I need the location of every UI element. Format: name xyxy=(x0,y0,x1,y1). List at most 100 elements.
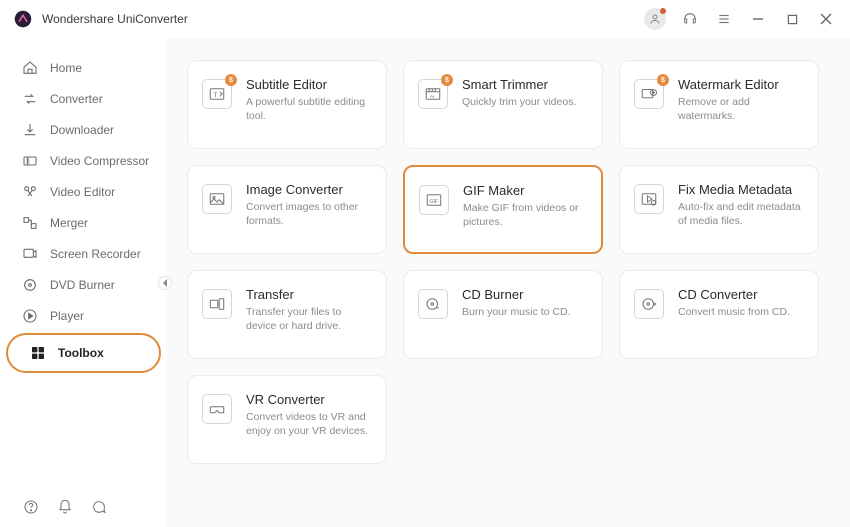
account-icon[interactable] xyxy=(644,8,666,30)
home-icon xyxy=(22,60,38,76)
maximize-button[interactable] xyxy=(782,9,802,29)
menu-icon[interactable] xyxy=(714,9,734,29)
tool-card-desc: Convert images to other formats. xyxy=(246,200,372,228)
tool-card-cd-converter[interactable]: CD Converter Convert music from CD. xyxy=(619,270,819,359)
gif-maker-icon: GIF xyxy=(419,185,449,215)
sidebar-item-dvd-burner[interactable]: DVD Burner xyxy=(0,269,167,300)
tool-card-body: Fix Media Metadata Auto-fix and edit meta… xyxy=(678,182,804,228)
svg-text:T: T xyxy=(213,92,217,99)
notifications-icon[interactable] xyxy=(56,498,74,516)
merger-icon xyxy=(22,215,38,231)
downloader-icon xyxy=(22,122,38,138)
tool-card-fix-media-metadata[interactable]: Fix Media Metadata Auto-fix and edit meta… xyxy=(619,165,819,254)
window-controls xyxy=(644,8,836,30)
tool-card-image-converter[interactable]: Image Converter Convert images to other f… xyxy=(187,165,387,254)
tool-card-title: VR Converter xyxy=(246,392,372,407)
sidebar-footer xyxy=(0,487,167,527)
sidebar-item-label: Video Editor xyxy=(50,185,115,199)
tool-card-transfer[interactable]: Transfer Transfer your files to device or… xyxy=(187,270,387,359)
sidebar-item-label: DVD Burner xyxy=(50,278,115,292)
sidebar-item-video-compressor[interactable]: Video Compressor xyxy=(0,145,167,176)
svg-text:GIF: GIF xyxy=(430,199,439,205)
tool-card-body: Subtitle Editor A powerful subtitle editi… xyxy=(246,77,372,123)
sidebar-item-label: Downloader xyxy=(50,123,114,137)
sidebar-item-label: Screen Recorder xyxy=(50,247,141,261)
tool-card-vr-converter[interactable]: VR Converter Convert videos to VR and enj… xyxy=(187,375,387,464)
tool-card-title: Transfer xyxy=(246,287,372,302)
tool-card-title: Fix Media Metadata xyxy=(678,182,804,197)
tool-card-desc: Remove or add watermarks. xyxy=(678,95,804,123)
sidebar-collapse-button[interactable] xyxy=(158,276,172,290)
app-title: Wondershare UniConverter xyxy=(42,12,644,26)
tool-card-desc: A powerful subtitle editing tool. xyxy=(246,95,372,123)
tool-card-body: Smart Trimmer Quickly trim your videos. xyxy=(462,77,576,109)
close-button[interactable] xyxy=(816,9,836,29)
player-icon xyxy=(22,308,38,324)
subtitle-icon: T$ xyxy=(202,79,232,109)
tool-card-desc: Quickly trim your videos. xyxy=(462,95,576,109)
tool-card-body: VR Converter Convert videos to VR and enj… xyxy=(246,392,372,438)
sidebar-item-converter[interactable]: Converter xyxy=(0,83,167,114)
vr-icon xyxy=(202,394,232,424)
dvd-icon xyxy=(22,277,38,293)
svg-text:AI: AI xyxy=(430,94,434,99)
screen-recorder-icon xyxy=(22,246,38,262)
tool-card-body: Transfer Transfer your files to device or… xyxy=(246,287,372,333)
tool-card-body: CD Converter Convert music from CD. xyxy=(678,287,790,319)
tool-card-desc: Make GIF from videos or pictures. xyxy=(463,201,587,229)
tool-card-cd-burner[interactable]: CD Burner Burn your music to CD. xyxy=(403,270,603,359)
sidebar-item-label: Converter xyxy=(50,92,103,106)
minimize-button[interactable] xyxy=(748,9,768,29)
notification-dot xyxy=(660,8,666,14)
sidebar-item-screen-recorder[interactable]: Screen Recorder xyxy=(0,238,167,269)
sidebar-item-toolbox[interactable]: Toolbox xyxy=(6,333,161,373)
tool-card-title: Smart Trimmer xyxy=(462,77,576,92)
tool-card-body: Watermark Editor Remove or add watermarks… xyxy=(678,77,804,123)
sidebar-item-label: Player xyxy=(50,309,84,323)
tool-card-title: Subtitle Editor xyxy=(246,77,372,92)
tool-card-desc: Transfer your files to device or hard dr… xyxy=(246,305,372,333)
smart-trimmer-icon: AI$ xyxy=(418,79,448,109)
tool-card-title: CD Burner xyxy=(462,287,571,302)
sidebar-item-home[interactable]: Home xyxy=(0,52,167,83)
tool-card-desc: Convert music from CD. xyxy=(678,305,790,319)
toolbox-icon xyxy=(30,345,46,361)
premium-badge: $ xyxy=(225,74,237,86)
transfer-icon xyxy=(202,289,232,319)
tool-card-smart-trimmer[interactable]: AI$Smart TrimmerQuickly trim your videos… xyxy=(403,60,603,149)
support-icon[interactable] xyxy=(680,9,700,29)
tool-card-title: CD Converter xyxy=(678,287,790,302)
tool-card-body: GIF Maker Make GIF from videos or picture… xyxy=(463,183,587,229)
premium-badge: $ xyxy=(441,74,453,86)
tool-card-desc: Auto-fix and edit metadata of media file… xyxy=(678,200,804,228)
sidebar-item-video-editor[interactable]: Video Editor xyxy=(0,176,167,207)
help-icon[interactable] xyxy=(22,498,40,516)
sidebar-item-label: Merger xyxy=(50,216,88,230)
tool-card-title: GIF Maker xyxy=(463,183,587,198)
sidebar-item-merger[interactable]: Merger xyxy=(0,207,167,238)
sidebar-item-player[interactable]: Player xyxy=(0,300,167,331)
tool-card-body: Image Converter Convert images to other f… xyxy=(246,182,372,228)
app-logo xyxy=(14,10,32,28)
tool-card-title: Watermark Editor xyxy=(678,77,804,92)
toolbox-panel: T$Subtitle EditorA powerful subtitle edi… xyxy=(167,38,850,527)
sidebar-item-label: Home xyxy=(50,61,82,75)
sidebar-item-downloader[interactable]: Downloader xyxy=(0,114,167,145)
tool-card-desc: Convert videos to VR and enjoy on your V… xyxy=(246,410,372,438)
tool-card-gif-maker[interactable]: GIF GIF Maker Make GIF from videos or pict… xyxy=(403,165,603,254)
tool-card-desc: Burn your music to CD. xyxy=(462,305,571,319)
tool-card-subtitle-editor[interactable]: T$Subtitle EditorA powerful subtitle edi… xyxy=(187,60,387,149)
image-converter-icon xyxy=(202,184,232,214)
titlebar: Wondershare UniConverter xyxy=(0,0,850,38)
tool-card-watermark-editor[interactable]: $ Watermark Editor Remove or add watermark… xyxy=(619,60,819,149)
feedback-icon[interactable] xyxy=(90,498,108,516)
editor-icon xyxy=(22,184,38,200)
cd-burner-icon xyxy=(418,289,448,319)
watermark-icon: $ xyxy=(634,79,664,109)
compressor-icon xyxy=(22,153,38,169)
sidebar-item-label: Video Compressor xyxy=(50,154,149,168)
sidebar: Home Converter Downloader Video Compressor V… xyxy=(0,38,167,527)
tool-card-title: Image Converter xyxy=(246,182,372,197)
cd-converter-icon xyxy=(634,289,664,319)
premium-badge: $ xyxy=(657,74,669,86)
